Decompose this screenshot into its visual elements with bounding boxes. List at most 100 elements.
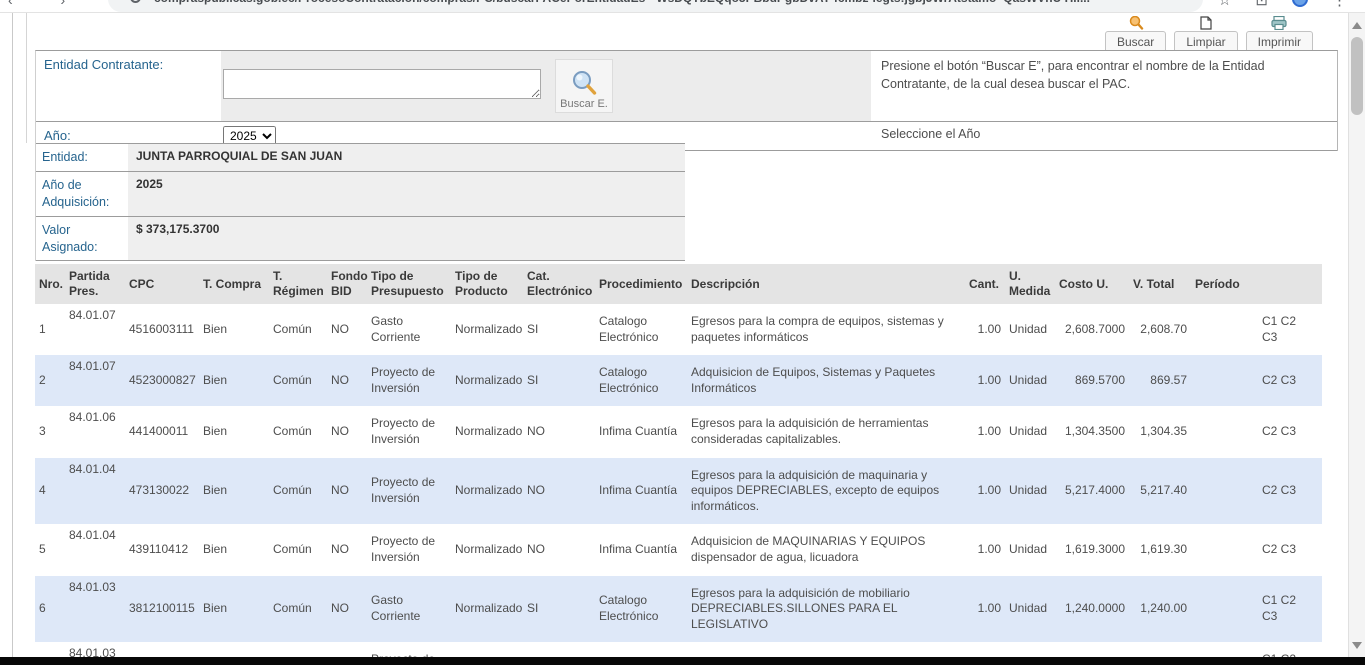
frame-border-outer [12, 13, 13, 657]
cell-descripcion: Adquisicion de MAQUINARIAS Y EQUIPOS dis… [687, 524, 965, 575]
cell-descripcion: Egresos para la compra de equipos, siste… [687, 304, 965, 355]
entity-info-table: Entidad:JUNTA PARROQUIAL DE SAN JUANAño … [35, 143, 685, 261]
table-row: 384.01.06441400011BienComúnNOProyecto de… [35, 406, 1322, 457]
column-header-procedimiento: Procedimiento [595, 264, 687, 304]
cell-periodo: C2 C3 [1191, 458, 1322, 525]
side-panel-icon[interactable]: ⊡ [1255, 0, 1268, 9]
entity-input[interactable] [223, 69, 541, 99]
cell-v_total: 869.57 [1129, 355, 1191, 406]
buscar-e-button[interactable]: Buscar E. [555, 59, 613, 113]
column-header-fondo_bid: Fondo BID [327, 264, 367, 304]
entity-info-row: Valor Asignado:$ 373,175.3700 [36, 216, 685, 262]
cell-t_compra: Bien [199, 524, 269, 575]
cell-costo_u: 2,608.7000 [1055, 304, 1129, 355]
cell-t_compra: Bien [199, 355, 269, 406]
search-form: Entidad Contratante: Buscar E. Presione … [35, 50, 1338, 151]
cell-nro: 4 [35, 458, 65, 525]
cell-t_compra: Bien [199, 304, 269, 355]
cell-u_medida: Unidad [1005, 458, 1055, 525]
profile-avatar[interactable] [1292, 0, 1308, 7]
entity-info-value: $ 373,175.3700 [128, 217, 685, 261]
cell-partida: 84.01.03 [65, 576, 125, 643]
cell-costo_u: 1,304.3500 [1055, 406, 1129, 457]
cell-tipo_presupuesto: Gasto Corriente [367, 576, 451, 643]
cell-tipo_presupuesto: Proyecto de Inversión [367, 355, 451, 406]
entity-help-text: Presione el botón “Buscar E”, para encon… [871, 51, 1337, 121]
frame-border-inner [26, 13, 27, 143]
cell-partida: 84.01.04 [65, 458, 125, 525]
menu-dots-icon[interactable]: ⋮ [1332, 0, 1347, 9]
cell-partida: 84.01.07 [65, 304, 125, 355]
cell-cant: 1.00 [965, 458, 1005, 525]
cell-cpc: 4516003111 [125, 304, 199, 355]
cell-cat_electronico: NO [523, 458, 595, 525]
imprimir-group: Imprimir [1246, 16, 1313, 53]
cell-u_medida: Unidad [1005, 355, 1055, 406]
column-header-v_total: V. Total [1129, 264, 1191, 304]
cell-t_regimen: Común [269, 524, 327, 575]
scroll-down-arrow-icon[interactable] [1352, 642, 1362, 649]
column-header-periodo: Período [1191, 264, 1322, 304]
cell-costo_u: 869.5700 [1055, 355, 1129, 406]
cell-cat_electronico: SI [523, 355, 595, 406]
cell-periodo: C2 C3 [1191, 406, 1322, 457]
magnifier-icon [569, 68, 599, 98]
cell-partida: 84.01.06 [65, 406, 125, 457]
cell-tipo_producto: Normalizado [451, 304, 523, 355]
site-info-icon[interactable] [130, 0, 141, 3]
entity-label: Entidad Contratante: [36, 51, 221, 121]
cell-nro: 1 [35, 304, 65, 355]
cell-cpc: 439110412 [125, 524, 199, 575]
cell-t_regimen: Común [269, 406, 327, 457]
entity-field-area: Buscar E. [221, 51, 871, 121]
column-header-t_regimen: T. Régimen [269, 264, 327, 304]
address-bar[interactable]: compraspublicas.gob.ec/ProcesoContrataci… [108, 0, 1203, 12]
cell-procedimiento: Catalogo Electrónico [595, 355, 687, 406]
url-text[interactable]: compraspublicas.gob.ec/ProcesoContrataci… [154, 0, 1090, 5]
cell-u_medida: Unidad [1005, 524, 1055, 575]
cell-nro: 6 [35, 576, 65, 643]
table-row: 484.01.04473130022BienComúnNOProyecto de… [35, 458, 1322, 525]
column-header-tipo_presupuesto: Tipo de Presupuesto [367, 264, 451, 304]
pac-table-header: Nro.Partida Pres.CPCT. CompraT. RégimenF… [35, 264, 1322, 304]
cell-nro: 2 [35, 355, 65, 406]
scrollbar-thumb[interactable] [1351, 37, 1363, 115]
entity-info-label: Entidad: [36, 144, 128, 171]
cell-tipo_producto: Normalizado [451, 406, 523, 457]
column-header-t_compra: T. Compra [199, 264, 269, 304]
cell-v_total: 1,619.30 [1129, 524, 1191, 575]
scroll-up-arrow-icon[interactable] [1352, 22, 1362, 29]
cell-fondo_bid: NO [327, 458, 367, 525]
entity-info-label: Año de Adquisición: [36, 172, 128, 216]
cell-tipo_presupuesto: Gasto Corriente [367, 304, 451, 355]
cell-cpc: 473130022 [125, 458, 199, 525]
column-header-cant: Cant. [965, 264, 1005, 304]
limpiar-group: Limpiar [1174, 16, 1237, 53]
cell-cant: 1.00 [965, 576, 1005, 643]
cell-tipo_producto: Normalizado [451, 458, 523, 525]
cell-procedimiento: Catalogo Electrónico [595, 304, 687, 355]
cell-partida: 84.01.07 [65, 355, 125, 406]
browser-chrome: ‹ › ⟳ compraspublicas.gob.ec/ProcesoCont… [0, 0, 1365, 13]
cell-fondo_bid: NO [327, 524, 367, 575]
column-header-tipo_producto: Tipo de Producto [451, 264, 523, 304]
buscar-group: Buscar [1105, 16, 1166, 53]
entity-info-label: Valor Asignado: [36, 217, 128, 261]
column-header-nro: Nro. [35, 264, 65, 304]
cell-t_regimen: Común [269, 576, 327, 643]
vertical-scrollbar[interactable] [1348, 13, 1365, 665]
cell-cant: 1.00 [965, 304, 1005, 355]
cell-procedimiento: Infima Cuantía [595, 524, 687, 575]
cell-tipo_producto: Normalizado [451, 355, 523, 406]
cell-t_regimen: Común [269, 304, 327, 355]
table-row: 184.01.074516003111BienComúnNOGasto Corr… [35, 304, 1322, 355]
cell-tipo_producto: Normalizado [451, 576, 523, 643]
entity-info-value: JUNTA PARROQUIAL DE SAN JUAN [128, 144, 685, 171]
cell-descripcion: Adquisicion de Equipos, Sistemas y Paque… [687, 355, 965, 406]
table-row: 284.01.074523000827BienComúnNOProyecto d… [35, 355, 1322, 406]
cell-periodo: C1 C2 C3 [1191, 576, 1322, 643]
bookmark-star-icon[interactable]: ☆ [1218, 0, 1231, 9]
cell-cat_electronico: NO [523, 406, 595, 457]
cell-cpc: 441400011 [125, 406, 199, 457]
cell-procedimiento: Infima Cuantía [595, 406, 687, 457]
